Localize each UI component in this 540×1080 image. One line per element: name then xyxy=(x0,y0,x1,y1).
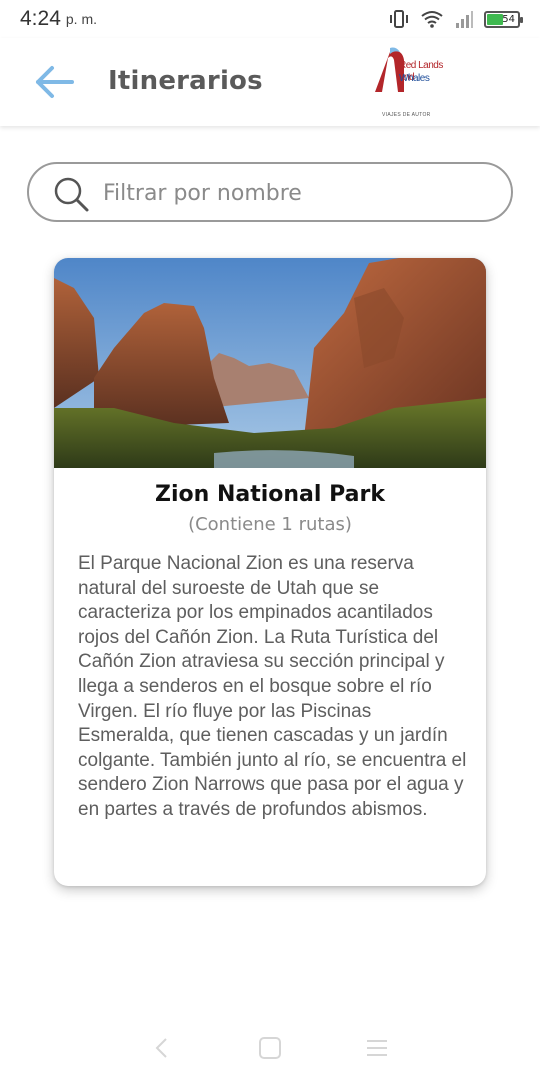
vibrate-icon xyxy=(390,10,408,28)
itinerary-routes-count: (Contiene 1 rutas) xyxy=(188,514,352,535)
itinerary-description: El Parque Nacional Zion es una reserva n… xyxy=(78,553,467,820)
battery-icon: 54 xyxy=(484,10,523,28)
status-icons: 54 xyxy=(388,9,523,29)
nav-menu-icon[interactable] xyxy=(363,1034,391,1062)
wifi-icon xyxy=(421,11,443,28)
search-bar xyxy=(27,162,513,222)
battery-level: 54 xyxy=(502,13,515,25)
app-bar: Itinerarios Red Lands and Whales VIAJES … xyxy=(0,38,540,126)
brand-logo: Red Lands and Whales VIAJES DE AUTOR xyxy=(372,46,454,124)
nav-home-icon[interactable] xyxy=(256,1034,284,1062)
system-nav-bar xyxy=(0,1016,540,1080)
logo-tagline: VIAJES DE AUTOR xyxy=(382,112,431,118)
itinerary-photo xyxy=(54,258,486,468)
page-title: Itinerarios xyxy=(108,66,263,96)
signal-icon xyxy=(456,11,473,28)
nav-back-icon[interactable] xyxy=(149,1034,177,1062)
itinerary-card[interactable]: Zion National Park (Contiene 1 rutas) El… xyxy=(54,258,486,886)
back-arrow-icon[interactable] xyxy=(34,64,74,100)
status-time: 4:24 xyxy=(20,7,61,30)
status-ampm: p. m. xyxy=(65,11,97,27)
logo-text-line2: Whales xyxy=(399,73,430,84)
search-input[interactable] xyxy=(103,176,493,210)
itinerary-name: Zion National Park xyxy=(155,482,385,507)
status-bar: 4:24 p. m. 54 xyxy=(0,0,540,38)
search-icon xyxy=(54,177,89,212)
